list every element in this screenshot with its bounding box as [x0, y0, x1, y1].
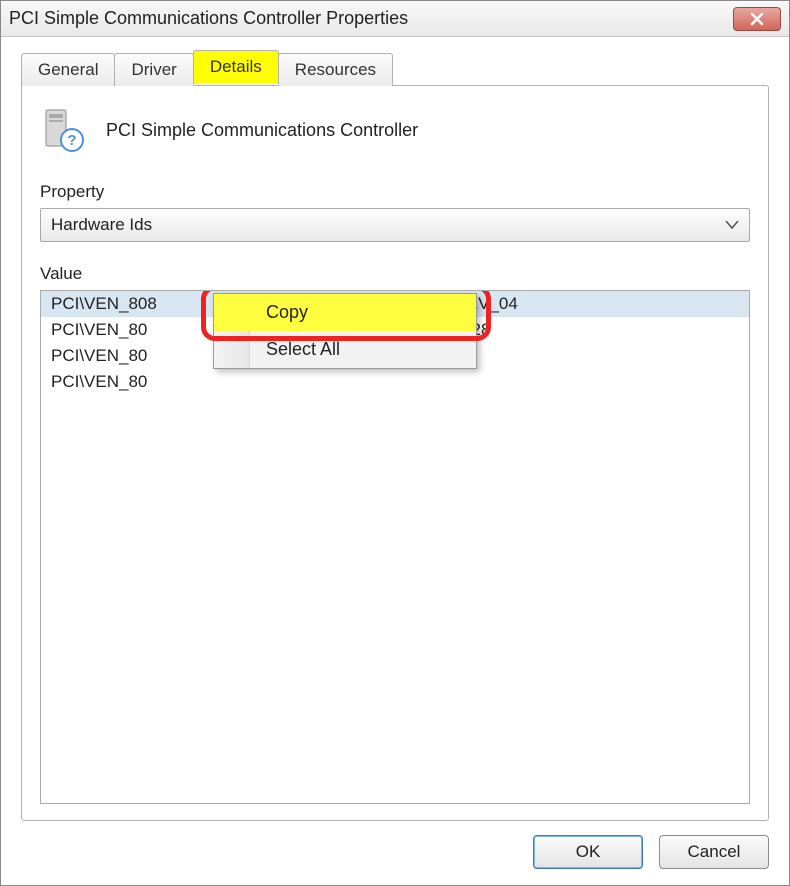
menu-item-select-all[interactable]: Select All: [214, 331, 476, 368]
value-row[interactable]: PCI\VEN_80: [41, 369, 749, 395]
context-menu: Copy Select All: [213, 293, 477, 369]
properties-dialog: PCI Simple Communications Controller Pro…: [0, 0, 790, 886]
cancel-button[interactable]: Cancel: [659, 835, 769, 869]
property-label: Property: [40, 182, 750, 202]
device-name: PCI Simple Communications Controller: [106, 120, 418, 141]
tab-details[interactable]: Details: [193, 50, 279, 85]
value-label: Value: [40, 264, 750, 284]
value-listbox[interactable]: PCI\VEN_808XXXXXXXXXXXXXXXXXXXX1C1028&RE…: [40, 290, 750, 804]
dialog-buttons: OK Cancel: [21, 821, 769, 869]
tab-panel-details: ? PCI Simple Communications Controller P…: [21, 85, 769, 821]
tab-resources[interactable]: Resources: [278, 53, 393, 86]
ok-button[interactable]: OK: [533, 835, 643, 869]
chevron-down-icon: [725, 215, 739, 235]
titlebar: PCI Simple Communications Controller Pro…: [1, 1, 789, 37]
close-icon: [750, 12, 764, 26]
device-header: ? PCI Simple Communications Controller: [40, 106, 750, 154]
property-selected-value: Hardware Ids: [51, 215, 152, 235]
property-dropdown[interactable]: Hardware Ids: [40, 208, 750, 242]
tab-general[interactable]: General: [21, 53, 115, 86]
tab-strip: General Driver Details Resources: [21, 51, 769, 85]
device-icon: ?: [40, 106, 88, 154]
window-title: PCI Simple Communications Controller Pro…: [9, 8, 733, 29]
client-area: General Driver Details Resources ? PCI S…: [1, 37, 789, 885]
close-button[interactable]: [733, 7, 781, 31]
svg-text:?: ?: [67, 132, 76, 149]
tab-driver[interactable]: Driver: [114, 53, 193, 86]
menu-item-copy[interactable]: Copy: [214, 294, 476, 331]
